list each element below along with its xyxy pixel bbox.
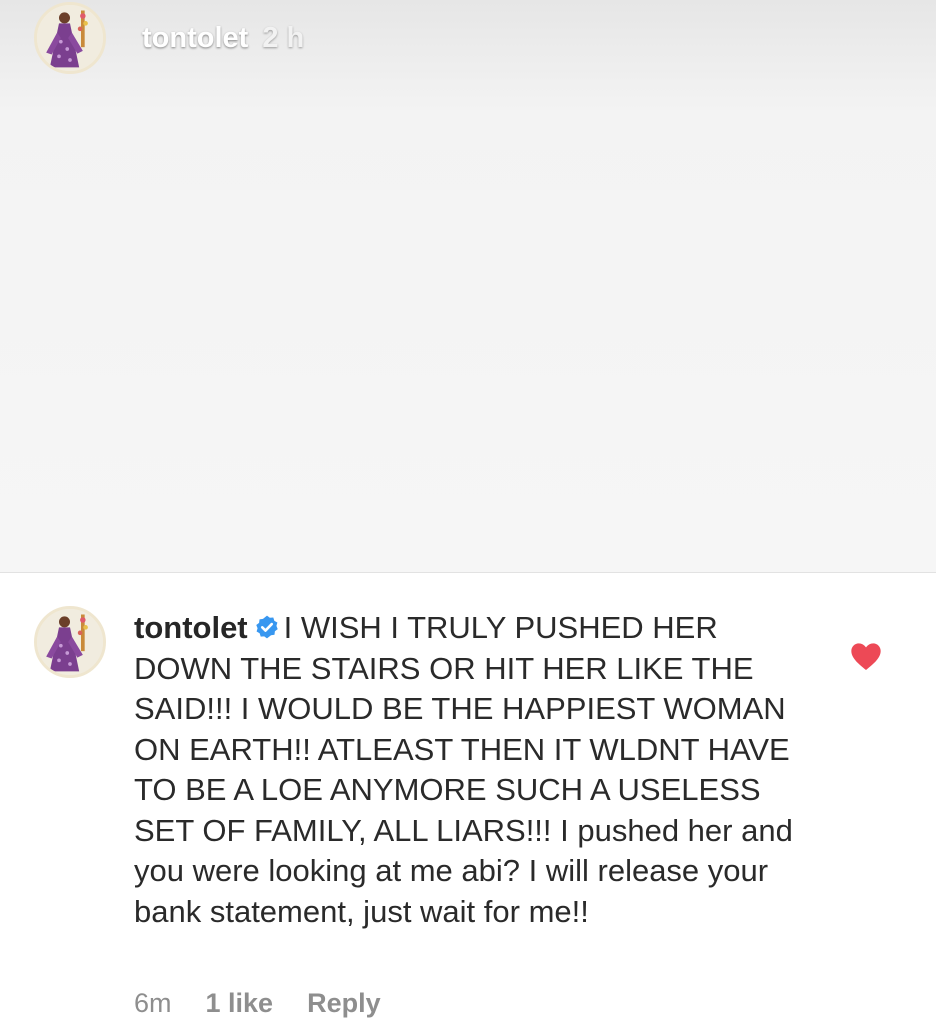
reply-button[interactable]: Reply — [307, 988, 381, 1019]
comment-likes-link[interactable]: 1 like — [206, 988, 274, 1019]
story-header: tontolet 2 h — [34, 0, 304, 76]
story-timestamp: 2 h — [262, 21, 305, 54]
comment-username[interactable]: tontolet — [134, 610, 248, 645]
comment-text: I WISH I TRULY PUSHED HER DOWN THE STAIR… — [134, 610, 793, 929]
story-username[interactable]: tontolet — [142, 22, 248, 55]
profile-photo-icon — [37, 5, 103, 71]
verified-badge-icon — [254, 614, 280, 640]
heart-icon[interactable] — [850, 641, 882, 671]
comment-avatar[interactable] — [34, 606, 106, 678]
comment-age: 6m — [134, 988, 172, 1018]
comment: tontolet I WISH I TRULY PUSHED HER DOWN T… — [134, 608, 814, 932]
story-viewer: tontolet 2 h — [0, 0, 936, 573]
story-avatar[interactable] — [34, 2, 106, 74]
comment-meta: 6m 1 like Reply — [134, 988, 381, 1019]
profile-photo-icon — [37, 609, 103, 675]
